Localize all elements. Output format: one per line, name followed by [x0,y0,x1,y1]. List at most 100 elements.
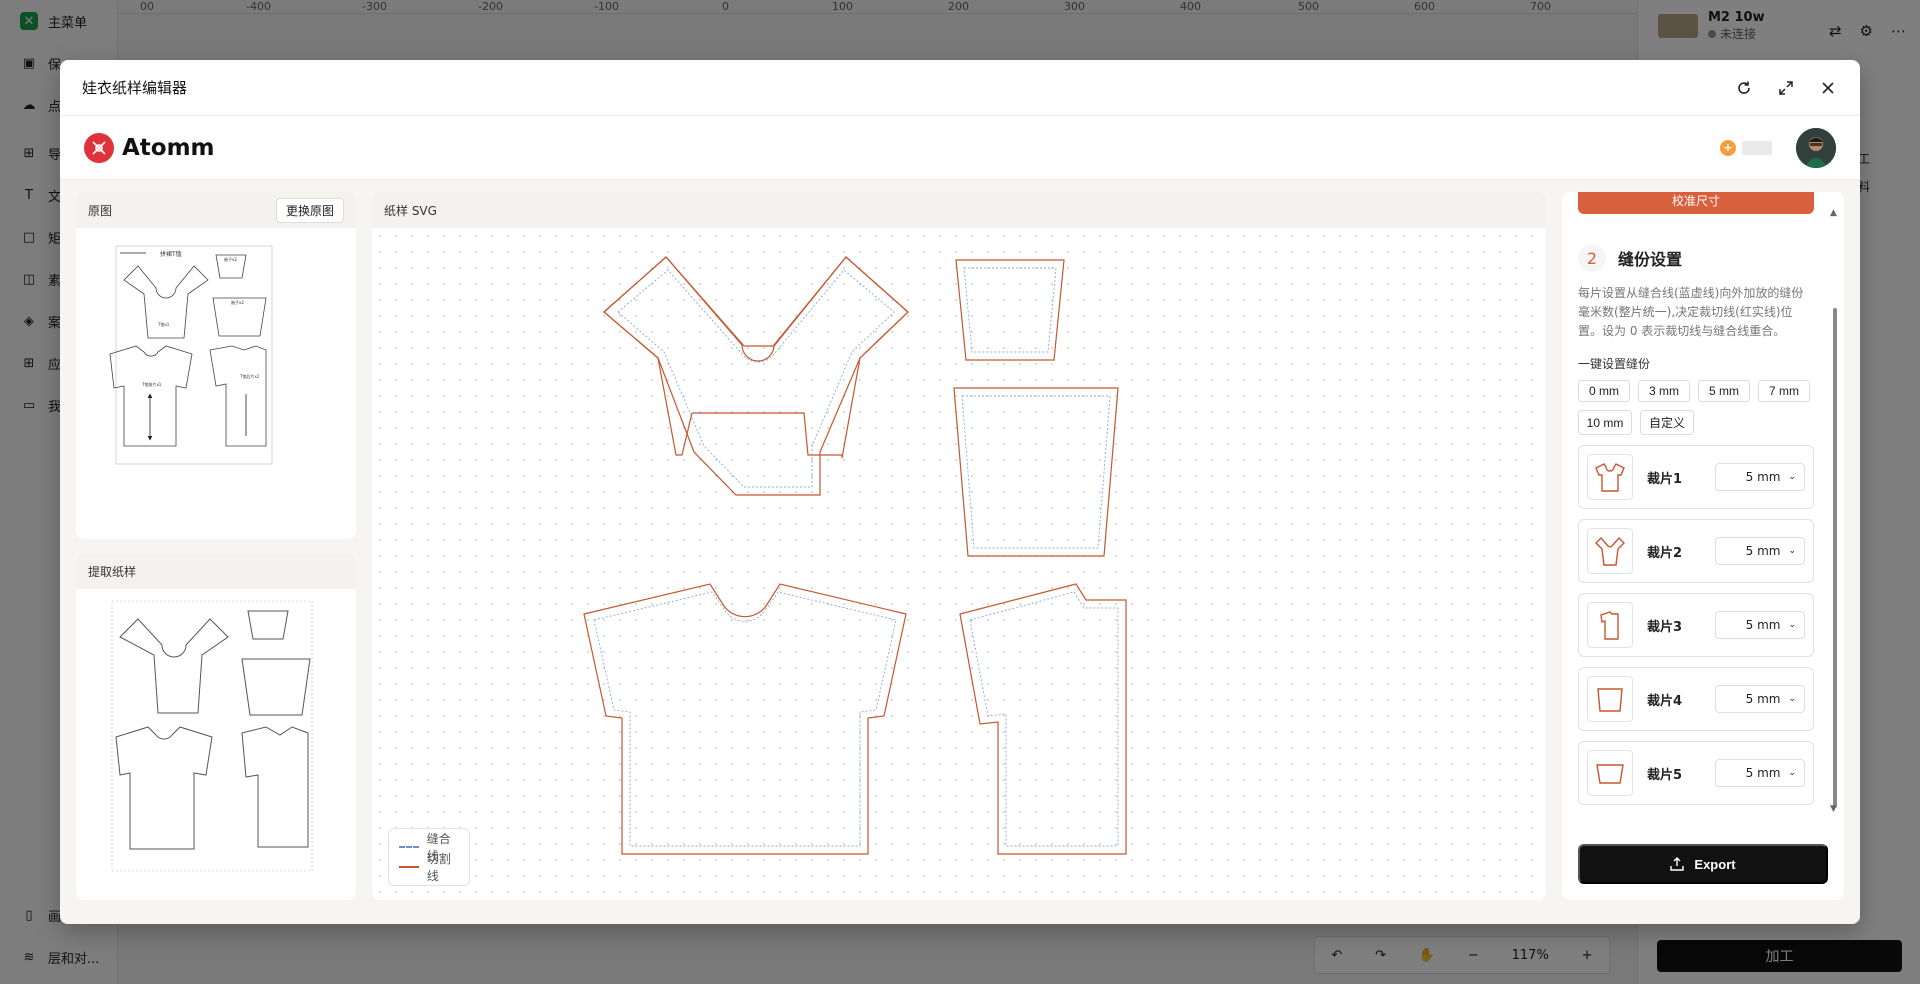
chevron-down-icon: ⌄ [1788,694,1796,704]
panel-title: 纸样 SVG [384,203,437,218]
step-number: 2 [1578,244,1606,272]
quick-option-10mm[interactable]: 10 mm [1578,410,1632,435]
svg-pattern-panel: 纸样 SVG 缝合线 切割线 [372,192,1546,900]
piece-thumbnail [1587,454,1633,500]
sheet-label: T恤x1 [157,321,170,327]
piece-1-cut [583,583,907,855]
piece-thumbnail [1587,676,1633,722]
piece-thumbnail [1587,602,1633,648]
credit-amount-blurred [1742,140,1772,155]
scrollbar-thumb[interactable] [1833,308,1837,808]
piece-4-cut [955,259,1065,361]
piece-2-seam [617,269,895,488]
export-icon [1670,857,1685,871]
quick-option-custom[interactable]: 自定义 [1640,410,1694,435]
piece-3-cut [959,583,1127,855]
scroll-down-icon[interactable]: ▼ [1830,804,1837,814]
settings-scrollbar[interactable]: ▲ ▼ [1830,208,1838,814]
piece-name: 裁片5 [1647,767,1683,783]
quick-option-3mm[interactable]: 3 mm [1638,380,1690,402]
editor-body: Atomm + 原图 更换原图 拼裙T恤 T恤x1 袖子x2 袖子x2 T恤前片… [60,116,1860,924]
piece-seam-value: 5 mm [1745,618,1781,632]
quick-option-5mm[interactable]: 5 mm [1698,380,1750,402]
quick-option-7mm[interactable]: 7 mm [1758,380,1810,402]
piece-row: 裁片5 5 mm ⌄ [1578,741,1814,805]
piece-seam-select[interactable]: 5 mm ⌄ [1715,611,1805,639]
credits[interactable]: + [1720,139,1772,156]
modal-actions [1734,78,1838,98]
seam-swatch [399,846,419,848]
seam-allowance-header: 2 缝份设置 [1578,244,1814,272]
extracted-preview [111,600,313,872]
sheet-title: 拼裙T恤 [160,250,182,258]
piece-seam-select[interactable]: 5 mm ⌄ [1715,463,1805,491]
piece-seam-value: 5 mm [1745,470,1781,484]
piece-name: 裁片2 [1647,545,1683,561]
refresh-icon[interactable] [1734,78,1754,98]
sheet-label: 袖子x2 [224,256,237,262]
calibrate-size-button[interactable]: 校准尺寸 [1578,192,1814,214]
line-legend: 缝合线 切割线 [388,828,470,886]
cut-swatch [399,866,419,868]
piece-5-cut [953,387,1119,557]
piece-row: 裁片2 5 mm ⌄ [1578,519,1814,583]
settings-scroll[interactable]: 校准尺寸 2 缝份设置 每片设置从缝合线(蓝虚线)向外加放的缝份毫米数(整片统一… [1562,192,1828,840]
modal-header: 娃衣纸样编辑器 [60,60,1860,116]
atomm-logo-icon [84,132,114,163]
brand: Atomm [84,132,1720,163]
chevron-down-icon: ⌄ [1788,472,1796,482]
pattern-canvas[interactable]: 缝合线 切割线 [372,228,1546,900]
piece-seam-select[interactable]: 5 mm ⌄ [1715,759,1805,787]
section-description: 每片设置从缝合线(蓝虚线)向外加放的缝份毫米数(整片统一),决定裁切线(红实线)… [1578,286,1804,338]
quick-set-options: 0 mm 3 mm 5 mm 7 mm 10 mm 自定义 [1578,380,1814,435]
legend-cut: 切割线 [399,852,459,883]
original-sheet-preview: 拼裙T恤 T恤x1 袖子x2 袖子x2 T恤前片x1 T恤后片x2 [109,245,273,465]
chevron-down-icon: ⌄ [1788,546,1796,556]
piece-name: 裁片1 [1647,471,1683,487]
legend-cut-label: 切割线 [426,852,451,883]
piece-3-seam [969,591,1119,847]
piece-row: 裁片3 5 mm ⌄ [1578,593,1814,657]
pattern-svg [583,256,1127,855]
panel-header: 原图 更换原图 [76,192,356,228]
piece-thumbnail [1587,750,1633,796]
piece-name: 裁片4 [1647,693,1683,709]
piece-seam-select[interactable]: 5 mm ⌄ [1715,685,1805,713]
piece-2-cut-line [603,256,909,496]
section-title: 缝份设置 [1618,250,1683,269]
piece-4-seam [963,267,1057,353]
piece-thumbnail [1587,528,1633,574]
original-image-panel: 原图 更换原图 拼裙T恤 T恤x1 袖子x2 袖子x2 T恤前片x1 T恤后片x… [76,192,356,539]
panel-title: 提取纸样 [88,564,137,579]
piece-row: 裁片1 5 mm ⌄ [1578,445,1814,509]
credit-icon: + [1720,139,1736,156]
piece-2-cut [603,256,909,459]
sheet-label: 袖子x2 [231,299,244,305]
sheet-label: T恤后片x2 [239,373,260,379]
piece-name: 裁片3 [1647,619,1683,635]
replace-image-button[interactable]: 更换原图 [275,197,344,223]
scroll-up-icon[interactable]: ▲ [1830,208,1837,218]
quick-set-label: 一键设置缝份 [1578,357,1651,371]
piece-seam-value: 5 mm [1745,692,1781,706]
brand-name: Atomm [122,134,215,161]
piece-1-seam [593,591,897,847]
quick-option-0mm[interactable]: 0 mm [1578,380,1630,402]
sheet-label: T恤前片x1 [141,381,162,387]
export-label: Export [1694,856,1736,872]
piece-seam-value: 5 mm [1745,544,1781,558]
avatar[interactable] [1796,127,1836,168]
piece-row: 裁片4 5 mm ⌄ [1578,667,1814,731]
panel-header: 纸样 SVG [372,192,1546,228]
settings-panel: 校准尺寸 2 缝份设置 每片设置从缝合线(蓝虚线)向外加放的缝份毫米数(整片统一… [1562,192,1844,900]
piece-seam-select[interactable]: 5 mm ⌄ [1715,537,1805,565]
close-icon[interactable] [1818,78,1838,98]
extracted-pattern-panel: 提取纸样 [76,553,356,900]
pattern-editor-modal: 娃衣纸样编辑器 Atomm + 原图 更换原图 拼裙T恤 T恤x1 袖子x2 袖… [60,60,1860,924]
export-button[interactable]: Export [1578,844,1828,884]
chevron-down-icon: ⌄ [1788,620,1796,630]
panel-header: 提取纸样 [76,553,356,589]
expand-icon[interactable] [1776,78,1796,98]
modal-title: 娃衣纸样编辑器 [82,79,188,97]
piece-seam-value: 5 mm [1745,766,1781,780]
